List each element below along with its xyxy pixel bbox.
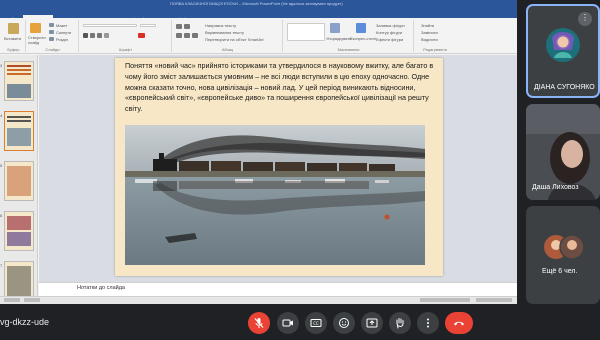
slide-thumbnail[interactable] xyxy=(4,211,34,251)
slide-body-text[interactable]: Поняття «новий час» прийнято істориками … xyxy=(125,61,435,115)
train-photo-image xyxy=(125,125,425,265)
select-button[interactable]: Виділити xyxy=(421,37,438,42)
meet-window: ПОЯВА КЛАСИЧНОЇ ВИЩОЇ ЕПОХИ – Microsoft … xyxy=(0,0,600,340)
align-center-icon[interactable] xyxy=(184,33,190,38)
notes-placeholder[interactable]: Нотатки до слайда xyxy=(77,285,125,291)
meeting-code: vg-dkzz-ude xyxy=(0,317,50,327)
avatar xyxy=(546,28,580,62)
convert-smartart-label[interactable]: Перетворити на об'єкт SmartArt xyxy=(205,37,264,42)
italic-icon[interactable] xyxy=(90,33,95,38)
participant-tile-group[interactable]: Ещё 6 чел. xyxy=(526,206,600,304)
current-slide[interactable]: Поняття «новий час» прийнято істориками … xyxy=(115,58,443,276)
raise-hand-button[interactable] xyxy=(389,312,411,334)
new-slide-icon[interactable] xyxy=(30,23,41,33)
text-direction-label[interactable]: Напрямок тексту xyxy=(205,23,236,28)
present-button[interactable] xyxy=(361,312,383,334)
captions-button[interactable]: CC xyxy=(305,312,327,334)
participant-tile[interactable]: ⋮ ДІАНА СУГОНЯКО xyxy=(526,4,600,98)
group-editing-caption: Редагування xyxy=(423,47,447,52)
numbering-icon[interactable] xyxy=(184,24,190,29)
ribbon-group-drawing: Упорядкувати Експрес-стилі Заливка фігур… xyxy=(284,20,414,52)
section-label[interactable]: Розділ xyxy=(56,37,68,42)
theme-status xyxy=(24,298,40,302)
notes-pane[interactable]: Нотатки до слайда xyxy=(39,282,517,296)
call-controls-bar: vg-dkzz-ude CC xyxy=(0,304,600,340)
shared-screen: ПОЯВА КЛАСИЧНОЇ ВИЩОЇ ЕПОХИ – Microsoft … xyxy=(0,0,517,304)
slide-canvas-area: Поняття «новий час» прийнято істориками … xyxy=(39,55,517,282)
app-titlebar: ПОЯВА КЛАСИЧНОЇ ВИЩОЇ ЕПОХИ – Microsoft … xyxy=(0,0,517,8)
fill-label[interactable]: Заливка фігури xyxy=(376,23,405,28)
replace-button[interactable]: Замінити xyxy=(421,30,438,35)
group-font-caption: Шрифт xyxy=(118,47,133,52)
group-clipboard-caption: Буфер xyxy=(7,47,20,52)
more-options-icon[interactable]: ⋮ xyxy=(578,12,592,26)
ribbon-group-clipboard: Вставити Буфер xyxy=(2,20,26,52)
more-vert-icon xyxy=(427,318,429,328)
align-text-label[interactable]: Вирівнювання тексту xyxy=(205,30,244,35)
captions-icon: CC xyxy=(310,319,322,327)
more-options-button[interactable] xyxy=(417,312,439,334)
more-participants-label: Ещё 6 чел. xyxy=(542,268,578,275)
emoji-icon xyxy=(339,318,349,328)
font-color-icon[interactable] xyxy=(138,33,145,38)
emoji-button[interactable] xyxy=(333,312,355,334)
ribbon: Вставити Буфер Створити слайд Макет Скин… xyxy=(0,18,517,54)
arrange-icon[interactable] xyxy=(330,23,340,33)
ribbon-group-slides: Створити слайд Макет Скинути Розділ Слай… xyxy=(27,20,79,52)
phone-hangup-icon xyxy=(454,321,464,326)
quick-styles-icon[interactable] xyxy=(356,23,366,33)
paste-label: Вставити xyxy=(4,36,22,41)
find-button[interactable]: Знайти xyxy=(421,23,434,28)
new-slide-label: Створити слайд xyxy=(28,35,46,45)
shapes-gallery[interactable] xyxy=(287,23,325,41)
participant-name: ДІАНА СУГОНЯКО xyxy=(534,84,595,91)
layout-icon[interactable] xyxy=(49,23,54,27)
app-statusbar xyxy=(0,296,517,304)
slide-thumbnail[interactable] xyxy=(4,61,34,101)
bold-icon[interactable] xyxy=(83,33,88,38)
ribbon-group-editing: Знайти Замінити Виділити Редагування xyxy=(415,20,455,52)
group-paragraph-caption: Абзац xyxy=(221,47,234,52)
effects-label[interactable]: Ефекти фігури xyxy=(376,37,403,42)
ribbon-group-paragraph: Напрямок тексту Вирівнювання тексту Пере… xyxy=(173,20,283,52)
section-icon[interactable] xyxy=(49,37,54,41)
slide-counter-status xyxy=(4,298,20,302)
align-right-icon[interactable] xyxy=(192,33,198,38)
svg-text:CC: CC xyxy=(313,321,319,326)
mic-off-icon xyxy=(254,318,264,328)
avatar-group xyxy=(544,234,584,260)
view-buttons-status[interactable] xyxy=(420,298,470,302)
layout-label[interactable]: Макет xyxy=(56,23,67,28)
ribbon-tabs: ФайлОсновнеВставленняПереходиАнімаціяПок… xyxy=(0,8,517,25)
slide-photo-train[interactable] xyxy=(125,125,425,265)
outline-label[interactable]: Контур фігури xyxy=(376,30,402,35)
slide-thumbnail[interactable] xyxy=(4,261,34,301)
font-family-select[interactable] xyxy=(83,24,137,27)
ribbon-group-font: Шрифт xyxy=(80,20,172,52)
reset-icon[interactable] xyxy=(49,30,54,34)
raise-hand-icon xyxy=(396,318,404,329)
quick-styles-label[interactable]: Експрес-стилі xyxy=(350,36,376,41)
reset-label[interactable]: Скинути xyxy=(56,30,71,35)
participant-name: Даша Лиховоз xyxy=(532,184,579,191)
group-slides-caption: Слайди xyxy=(45,47,60,52)
paste-icon[interactable] xyxy=(8,23,19,34)
camera-icon xyxy=(282,319,293,327)
align-left-icon[interactable] xyxy=(176,33,182,38)
group-drawing-caption: Малювання xyxy=(337,47,360,52)
camera-button[interactable] xyxy=(277,312,299,334)
slide-thumbnail[interactable] xyxy=(4,161,34,201)
participant-tile[interactable]: Даша Лиховоз xyxy=(526,104,600,200)
font-size-select[interactable] xyxy=(140,24,156,27)
bullets-icon[interactable] xyxy=(176,24,182,29)
underline-icon[interactable] xyxy=(97,33,102,38)
arrange-label[interactable]: Упорядкувати xyxy=(326,36,352,41)
mic-off-button[interactable] xyxy=(248,312,270,334)
present-icon xyxy=(366,318,378,328)
slide-thumbnail-selected[interactable] xyxy=(4,111,34,151)
strikethrough-icon[interactable] xyxy=(104,33,109,38)
leave-call-button[interactable] xyxy=(445,312,473,334)
slide-thumbnails-panel: 3 4 5 6 7 xyxy=(0,55,38,304)
zoom-slider-status[interactable] xyxy=(476,298,512,302)
